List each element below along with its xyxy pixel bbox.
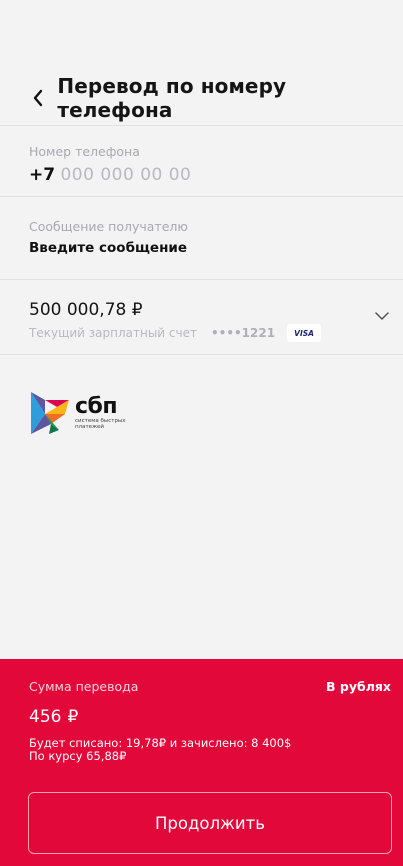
phone-input[interactable]: +7 000 000 00 00 (29, 165, 403, 185)
transfer-panel: Сумма перевода В рублях 456 ₽ Будет списа… (0, 659, 403, 866)
account-name: Текущий зарплатный счет (29, 326, 197, 340)
sbp-word: сбп (75, 394, 118, 419)
conversion-info: Будет списано: 19,78₽ и зачислено: 8 400… (29, 737, 291, 763)
phone-label: Номер телефона (29, 144, 140, 159)
phone-prefix: +7 (29, 165, 56, 185)
continue-button[interactable]: Продолжить (28, 792, 392, 854)
visa-icon: VISA (287, 324, 322, 342)
chevron-left-icon (33, 89, 42, 106)
chevron-down-icon[interactable] (373, 309, 391, 323)
sbp-logo-icon (31, 392, 69, 434)
sbp-logo: сбп система быстрых платежей (29, 390, 135, 436)
message-label: Сообщение получателю (29, 219, 188, 234)
sbp-subtitle: система быстрых платежей (75, 418, 126, 430)
card-mask: ••••1221 (210, 326, 276, 340)
transfer-amount-value: 456 (29, 707, 62, 727)
message-field[interactable]: Сообщение получателю Введите сообщение (0, 198, 403, 280)
phone-placeholder: 000 000 00 00 (60, 165, 192, 185)
ruble-sign: ₽ (67, 707, 79, 727)
transfer-amount-label: Сумма перевода (29, 679, 139, 694)
back-button[interactable] (18, 78, 57, 118)
currency-toggle[interactable]: В рублях (326, 679, 391, 694)
exchange-rate-info: По курсу 65,88₽ (29, 749, 127, 763)
message-input[interactable]: Введите сообщение (29, 240, 403, 256)
header: Перевод по номеру телефона (0, 70, 403, 126)
phone-field[interactable]: Номер телефона +7 000 000 00 00 (0, 127, 403, 197)
transfer-amount-input[interactable]: 456 ₽ (29, 707, 78, 727)
account-selector[interactable]: 500 000,78 ₽ Текущий зарплатный счет •••… (0, 281, 403, 355)
account-balance: 500 000,78 ₽ (29, 300, 143, 320)
page-title: Перевод по номеру телефона (57, 73, 287, 122)
